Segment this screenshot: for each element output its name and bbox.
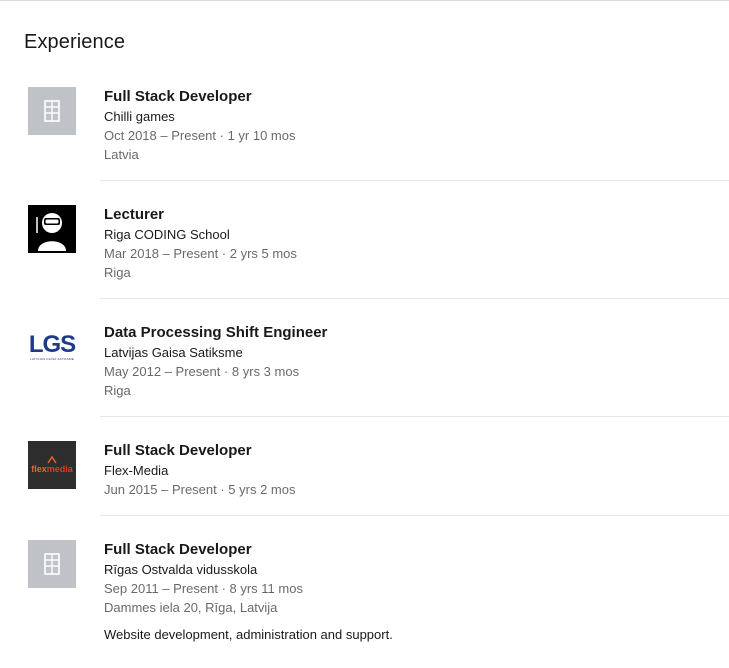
- job-title[interactable]: Lecturer: [104, 205, 297, 225]
- location: Riga: [104, 383, 131, 398]
- lgs-logo[interactable]: LGS LATVIJAS GAISA SATIKSME: [28, 323, 76, 371]
- location: Dammes iela 20, Rīga, Latvija: [104, 600, 278, 615]
- experience-card: Experience Full Stack Developer Chilli g…: [0, 0, 729, 668]
- job-title[interactable]: Full Stack Developer: [104, 540, 393, 560]
- flex-word-b: media: [46, 464, 73, 474]
- date-range: Mar 2018 – Present · 2 yrs 5 mos: [104, 246, 297, 261]
- lgs-logo-subtext: LATVIJAS GAISA SATIKSME: [30, 357, 74, 361]
- date-range: Jun 2015 – Present · 5 yrs 2 mos: [104, 482, 296, 497]
- company-name: Rīgas Ostvalda vidusskola: [104, 562, 258, 577]
- job-title[interactable]: Full Stack Developer: [104, 87, 295, 107]
- job-description: Website development, administration and …: [104, 627, 393, 642]
- company-name: Riga CODING School: [104, 227, 230, 242]
- divider: [100, 180, 729, 181]
- date-range: Oct 2018 – Present · 1 yr 10 mos: [104, 128, 296, 143]
- building-placeholder-icon[interactable]: [28, 540, 76, 588]
- job-title[interactable]: Data Processing Shift Engineer: [104, 323, 327, 343]
- location: Riga: [104, 265, 131, 280]
- section-title: Experience: [24, 31, 126, 53]
- flex-word-a: flex: [31, 464, 47, 474]
- divider: [100, 515, 729, 516]
- company-name: Chilli games: [104, 109, 175, 124]
- date-range: Sep 2011 – Present · 8 yrs 11 mos: [104, 581, 303, 596]
- location: Latvia: [104, 147, 139, 162]
- job-title[interactable]: Full Stack Developer: [104, 441, 295, 461]
- flex-media-logo-text: flexmedia: [31, 464, 73, 474]
- divider: [100, 416, 729, 417]
- divider: [100, 298, 729, 299]
- company-name: Latvijas Gaisa Satiksme: [104, 345, 243, 360]
- date-range: May 2012 – Present · 8 yrs 3 mos: [104, 364, 300, 379]
- lgs-logo-text: LGS: [28, 331, 76, 358]
- company-name: Flex-Media: [104, 463, 169, 478]
- building-placeholder-icon[interactable]: [28, 87, 76, 135]
- coding-school-logo[interactable]: [28, 205, 76, 253]
- flex-media-logo[interactable]: flexmedia: [28, 441, 76, 489]
- flex-media-mark-icon: [47, 456, 57, 464]
